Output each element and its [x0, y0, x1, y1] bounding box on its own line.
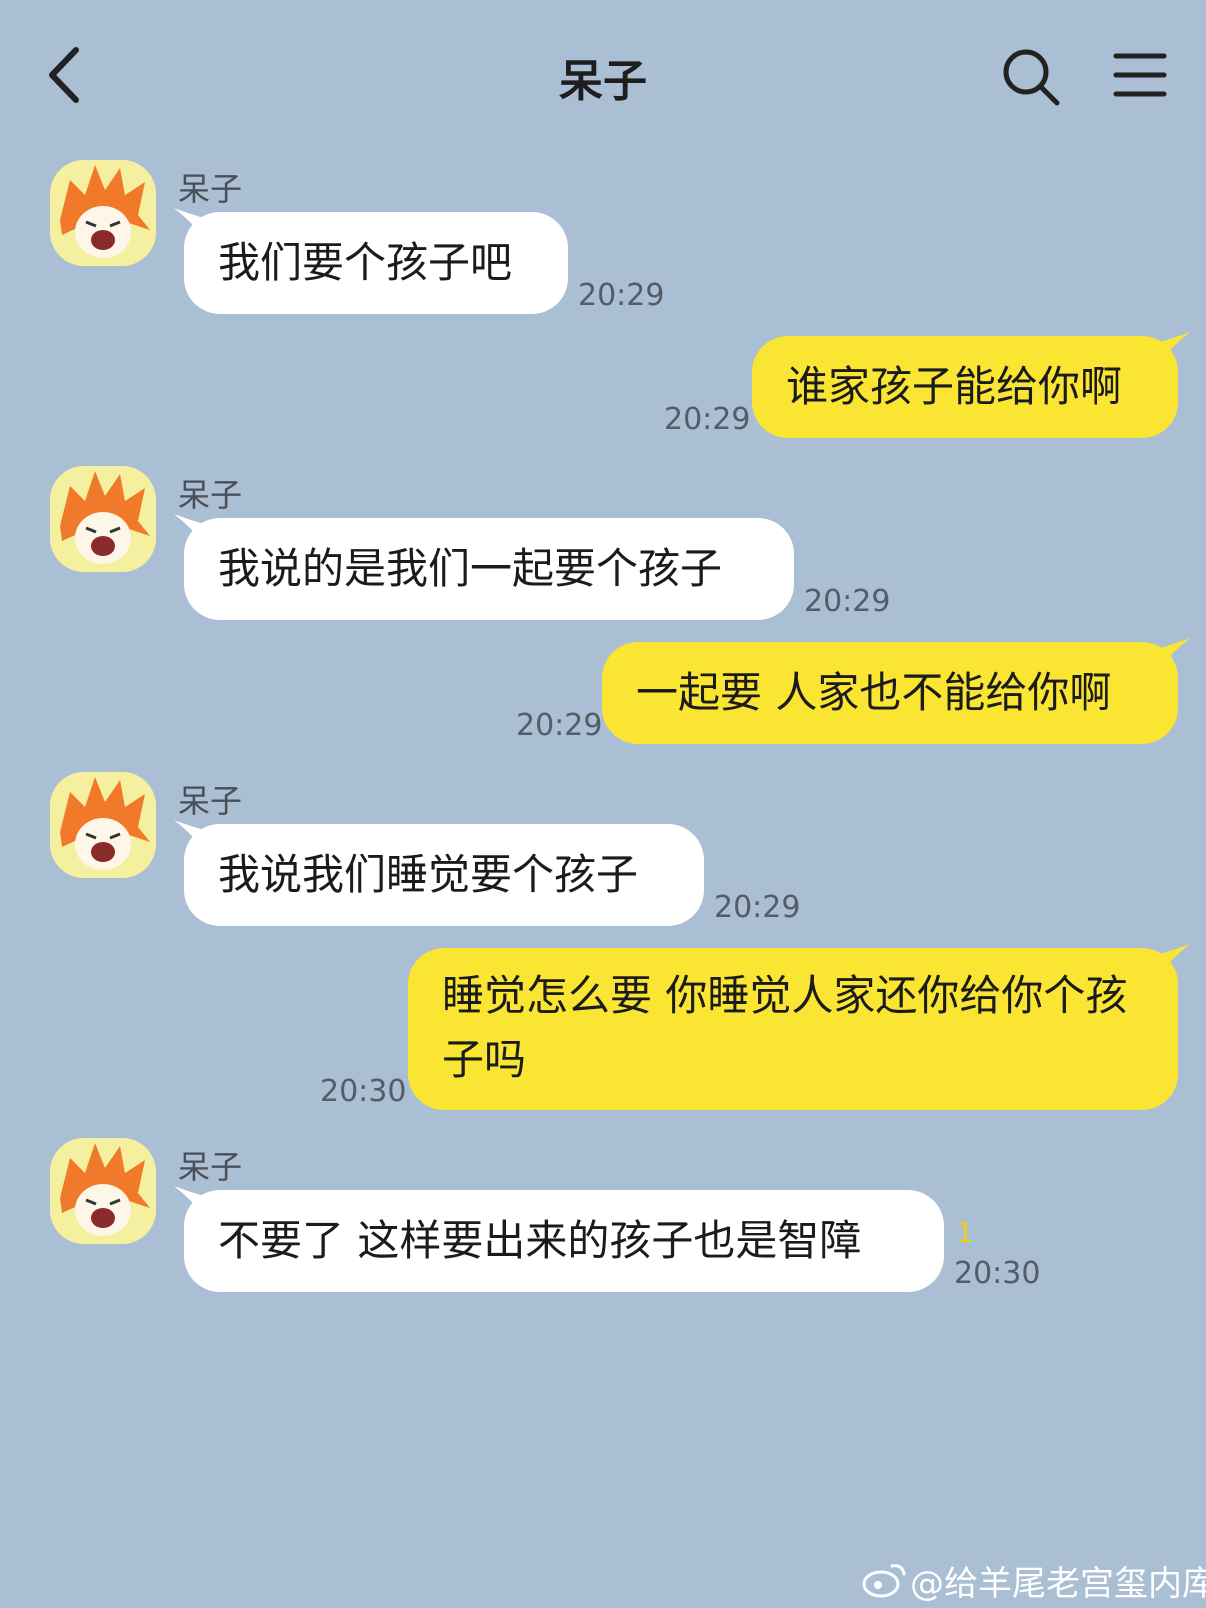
message-bubble-incoming[interactable]: 不要了 这样要出来的孩子也是智障 — [184, 1190, 944, 1292]
sender-name: 呆子 — [178, 476, 243, 514]
message-bubble-incoming[interactable]: 我们要个孩子吧 — [184, 212, 568, 314]
message-time: 20:29 — [664, 402, 751, 437]
menu-icon — [1113, 53, 1167, 97]
sender-name: 呆子 — [178, 782, 243, 820]
contact-avatar[interactable] — [50, 160, 156, 266]
weibo-icon — [862, 1564, 906, 1598]
message-bubble-incoming[interactable]: 我说我们睡觉要个孩子 — [184, 824, 704, 926]
menu-button[interactable] — [1112, 50, 1168, 100]
contact-avatar[interactable] — [50, 466, 156, 572]
chat-header: 呆子 — [0, 0, 1206, 150]
message-time: 20:29 — [516, 708, 603, 743]
bubble-tail — [1160, 944, 1190, 974]
contact-avatar[interactable] — [50, 1138, 156, 1244]
bubble-tail — [1160, 638, 1190, 668]
message-time: 20:30 — [320, 1074, 407, 1109]
watermark-text: @给羊尾老宫玺内库 — [910, 1564, 1206, 1604]
bubble-tail — [1160, 332, 1190, 362]
message-bubble-outgoing[interactable]: 睡觉怎么要 你睡觉人家还你给你个孩子吗 — [408, 948, 1178, 1110]
message-time: 20:30 — [954, 1256, 1041, 1291]
message-time: 20:29 — [804, 584, 891, 619]
message-bubble-outgoing[interactable]: 谁家孩子能给你啊 — [752, 336, 1178, 438]
search-icon — [1003, 49, 1060, 106]
sender-name: 呆子 — [178, 1148, 243, 1186]
message-time: 20:29 — [714, 890, 801, 925]
message-bubble-incoming[interactable]: 我说的是我们一起要个孩子 — [184, 518, 794, 620]
message-time: 20:29 — [578, 278, 665, 313]
sender-name: 呆子 — [178, 170, 243, 208]
search-button[interactable] — [1000, 46, 1062, 108]
contact-avatar[interactable] — [50, 772, 156, 878]
message-bubble-outgoing[interactable]: 一起要 人家也不能给你啊 — [602, 642, 1178, 744]
unread-count: 1 — [956, 1216, 974, 1249]
